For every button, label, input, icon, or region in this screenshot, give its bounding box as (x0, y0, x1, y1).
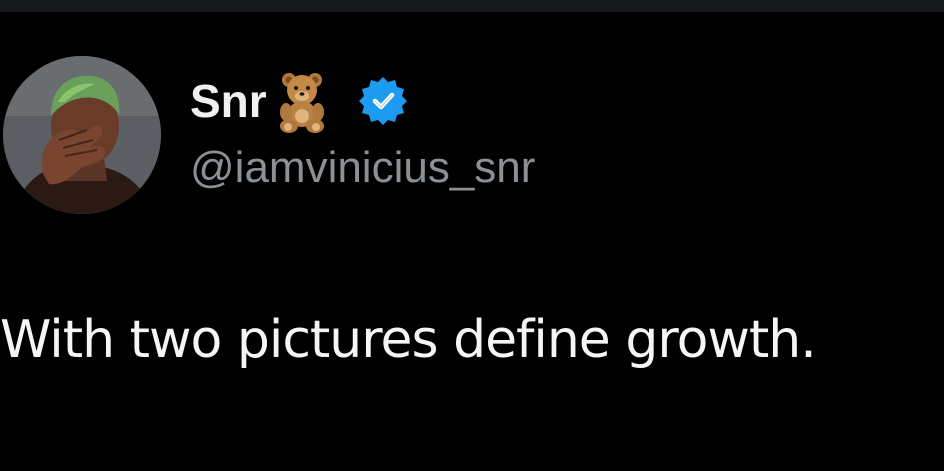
top-bar (0, 0, 944, 12)
avatar-image (3, 56, 161, 214)
author-name-row: Snr (190, 66, 409, 136)
author-handle[interactable]: @iamvinicius_snr (190, 143, 535, 193)
verified-badge-icon (357, 75, 409, 127)
tweet-text: With two pictures define growth. (0, 310, 817, 370)
teddy-bear-icon (269, 68, 335, 134)
display-name[interactable]: Snr (190, 74, 267, 128)
avatar[interactable] (3, 56, 161, 214)
